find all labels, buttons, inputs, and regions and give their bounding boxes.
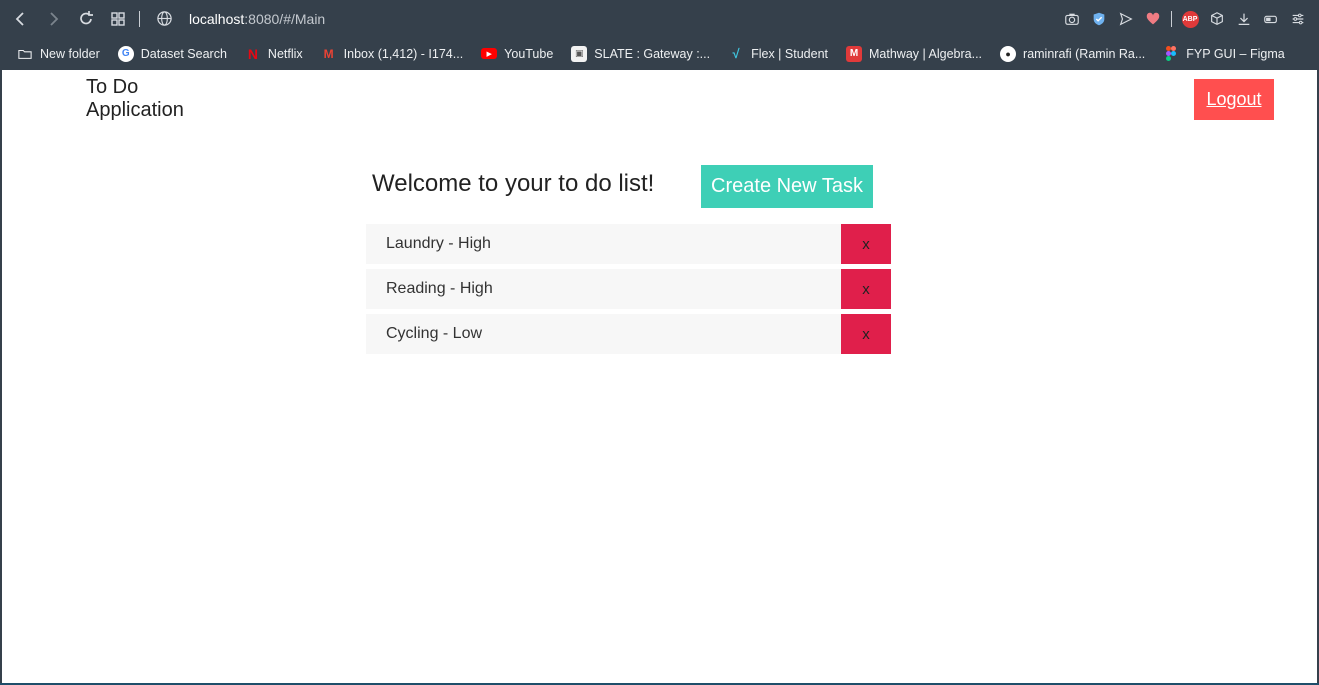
url-path: :8080/#/Main xyxy=(244,11,326,27)
tabs-grid-icon[interactable] xyxy=(108,9,128,29)
netflix-icon: N xyxy=(247,45,258,62)
back-icon[interactable] xyxy=(11,9,31,29)
task-row: Reading - High x xyxy=(366,269,891,309)
bookmark-netflix[interactable]: N Netflix xyxy=(245,46,303,62)
folder-icon xyxy=(17,46,33,62)
bookmark-label: Inbox (1,412) - I174... xyxy=(343,46,464,61)
bookmark-label: raminrafi (Ramin Ra... xyxy=(1023,46,1146,61)
task-label: Reading - High xyxy=(386,280,493,297)
adblock-label: ABP xyxy=(1181,10,1199,28)
toolbar-separator xyxy=(1171,11,1172,27)
reload-icon[interactable] xyxy=(76,9,96,29)
task-row: Cycling - Low x xyxy=(366,314,891,354)
globe-icon xyxy=(156,10,173,27)
create-task-button[interactable]: Create New Task xyxy=(701,165,873,208)
delete-task-button[interactable]: x xyxy=(841,224,891,264)
url-host: localhost xyxy=(189,11,245,27)
adblock-icon[interactable]: ABP xyxy=(1181,10,1199,28)
flex-icon: √ xyxy=(732,46,740,61)
bookmark-flex[interactable]: √ Flex | Student xyxy=(728,46,828,62)
figma-icon xyxy=(1163,46,1179,62)
task-row: Laundry - High x xyxy=(366,224,891,264)
bookmark-slate[interactable]: ▣ SLATE : Gateway :... xyxy=(571,45,711,62)
app-title: To Do Application xyxy=(86,76,184,121)
forward-icon[interactable] xyxy=(43,9,63,29)
bookmark-label: Netflix xyxy=(267,46,303,61)
toolbar-separator xyxy=(139,11,140,27)
bookmark-dataset-search[interactable]: G Dataset Search xyxy=(117,45,227,62)
extension-icons: ABP xyxy=(1063,9,1307,29)
bookmark-mathway[interactable]: M Mathway | Algebra... xyxy=(846,45,983,62)
delete-task-button[interactable]: x xyxy=(841,269,891,309)
address-bar[interactable]: localhost:8080/#/Main xyxy=(189,11,325,27)
google-icon: G xyxy=(117,45,134,62)
shield-icon[interactable] xyxy=(1090,10,1108,28)
battery-icon[interactable] xyxy=(1262,10,1280,28)
delete-task-button[interactable]: x xyxy=(841,314,891,354)
camera-icon[interactable] xyxy=(1063,10,1081,28)
bookmark-label: YouTube xyxy=(504,46,554,61)
slate-icon: ▣ xyxy=(571,45,588,62)
send-icon[interactable] xyxy=(1117,10,1135,28)
bookmark-github[interactable]: ● raminrafi (Ramin Ra... xyxy=(1000,45,1146,62)
task-label: Laundry - High xyxy=(386,235,491,252)
youtube-icon: ▶ xyxy=(481,48,498,59)
mathway-icon: M xyxy=(846,45,862,62)
bookmark-label: Mathway | Algebra... xyxy=(869,46,983,61)
browser-toolbar: localhost:8080/#/Main ABP xyxy=(0,0,1319,38)
bookmark-label: FYP GUI – Figma xyxy=(1186,46,1285,61)
task-label: Cycling - Low xyxy=(386,325,483,342)
menu-settings-icon[interactable] xyxy=(1289,10,1307,28)
task-list: Laundry - High x Reading - High x Cyclin… xyxy=(366,224,891,359)
bookmark-label: Dataset Search xyxy=(140,46,227,61)
welcome-heading: Welcome to your to do list! xyxy=(372,170,655,197)
heart-icon[interactable] xyxy=(1144,10,1162,28)
download-icon[interactable] xyxy=(1235,10,1253,28)
page-viewport: To Do Application Logout Welcome to your… xyxy=(2,70,1317,683)
bookmark-new-folder[interactable]: New folder xyxy=(17,46,100,62)
bookmark-inbox[interactable]: M Inbox (1,412) - I174... xyxy=(321,46,464,62)
logout-button[interactable]: Logout xyxy=(1194,79,1274,120)
bookmark-youtube[interactable]: ▶ YouTube xyxy=(481,47,553,61)
github-icon: ● xyxy=(1000,45,1017,62)
bookmark-label: SLATE : Gateway :... xyxy=(594,46,711,61)
cube-icon[interactable] xyxy=(1208,10,1226,28)
bookmark-label: New folder xyxy=(40,46,100,61)
bookmark-label: Flex | Student xyxy=(751,46,828,61)
bookmark-figma[interactable]: FYP GUI – Figma xyxy=(1163,46,1285,62)
gmail-icon: M xyxy=(323,46,334,61)
bookmarks-bar: New folder G Dataset Search N Netflix M … xyxy=(0,38,1319,69)
